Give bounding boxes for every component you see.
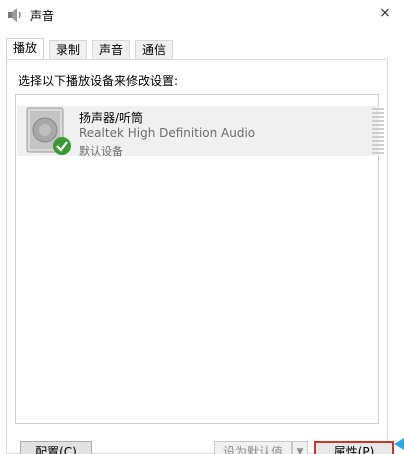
- speaker-icon: [25, 106, 75, 158]
- set-default-dropdown-button[interactable]: ▼: [292, 441, 308, 454]
- tab-recording[interactable]: 录制: [49, 40, 88, 59]
- check-icon: [53, 137, 71, 155]
- tab-communications[interactable]: 通信: [135, 40, 174, 59]
- device-driver: Realtek High Definition Audio: [79, 126, 256, 140]
- window-title: 声音: [30, 9, 55, 23]
- configure-button[interactable]: 配置(C): [20, 441, 92, 454]
- title-bar: 声音 ×: [0, 0, 404, 30]
- button-row: 配置(C) 设为默认值(S) ▼ 属性(P): [0, 435, 404, 454]
- tab-playback[interactable]: 播放: [6, 38, 45, 60]
- device-list[interactable]: 扬声器/听筒 Realtek High Definition Audio 默认设…: [15, 94, 384, 424]
- device-name: 扬声器/听筒: [79, 111, 144, 125]
- mouse-cursor-icon: [394, 438, 404, 450]
- tab-sounds[interactable]: 声音: [92, 40, 131, 59]
- device-item[interactable]: 扬声器/听筒 Realtek High Definition Audio 默认设…: [17, 106, 384, 158]
- device-status: 默认设备: [79, 145, 123, 158]
- volume-level-meter: [372, 108, 386, 156]
- tab-bar: 播放 录制 声音 通信: [6, 38, 386, 60]
- instruction-text: 选择以下播放设备来修改设置:: [18, 74, 179, 88]
- properties-button[interactable]: 属性(P): [314, 441, 394, 454]
- set-default-button[interactable]: 设为默认值(S): [214, 441, 292, 454]
- close-button[interactable]: ×: [374, 2, 396, 24]
- speaker-app-icon: [6, 6, 24, 24]
